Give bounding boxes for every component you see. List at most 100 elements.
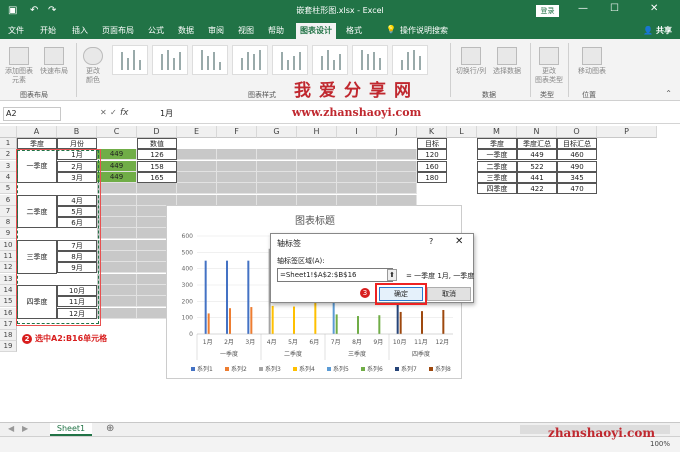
bar-系列4[interactable]	[314, 302, 317, 334]
target-cell[interactable]: 160	[417, 160, 447, 172]
row-header-1[interactable]: 1	[0, 138, 17, 149]
tab-help[interactable]: 帮助	[268, 25, 284, 36]
summary-header[interactable]: 目标汇总	[557, 138, 597, 149]
row-header-12[interactable]: 12	[0, 262, 17, 274]
column-header-p[interactable]: P	[597, 126, 657, 138]
zoom-level[interactable]: 100%	[650, 440, 670, 448]
summary-cell[interactable]: 470	[557, 183, 597, 195]
row-header-10[interactable]: 10	[0, 239, 17, 251]
row-header-8[interactable]: 8	[0, 217, 17, 229]
tab-file[interactable]: 文件	[8, 25, 24, 36]
cell[interactable]	[337, 149, 377, 161]
add-sheet-icon[interactable]: ⊕	[106, 423, 114, 434]
cell[interactable]	[377, 160, 417, 172]
column-header-o[interactable]: O	[557, 126, 597, 138]
column-header-b[interactable]: B	[57, 126, 97, 138]
collapse-dialog-icon[interactable]: ⬆	[387, 269, 397, 281]
bar-系列1[interactable]	[247, 260, 250, 334]
tell-me-search[interactable]: 操作说明搜索	[400, 25, 448, 36]
tab-data[interactable]: 数据	[178, 25, 194, 36]
summary-cell[interactable]: 460	[557, 149, 597, 161]
cell[interactable]	[177, 171, 217, 183]
summary-cell[interactable]: 四季度	[477, 183, 517, 195]
cell[interactable]	[217, 194, 257, 206]
cell[interactable]	[97, 228, 137, 240]
cell[interactable]	[337, 160, 377, 172]
cell[interactable]	[257, 194, 297, 206]
row-header-3[interactable]: 3	[0, 160, 17, 172]
cell[interactable]	[257, 160, 297, 172]
row-header-11[interactable]: 11	[0, 251, 17, 262]
tab-insert[interactable]: 插入	[72, 25, 88, 36]
bar-系列8[interactable]	[442, 309, 445, 334]
cell[interactable]	[97, 194, 137, 206]
cell[interactable]	[97, 284, 137, 296]
summary-cell[interactable]: 490	[557, 160, 597, 172]
value-cell[interactable]: 449	[97, 171, 137, 183]
row-header-16[interactable]: 16	[0, 307, 17, 319]
cell[interactable]	[337, 194, 377, 206]
cell[interactable]	[177, 149, 217, 161]
bar-系列1[interactable]	[226, 260, 228, 334]
bar-系列4[interactable]	[293, 306, 295, 334]
tab-review[interactable]: 审阅	[208, 25, 224, 36]
chart-style-1[interactable]	[112, 45, 148, 75]
move-chart-button[interactable]: 移动图表	[574, 47, 610, 76]
row-header-15[interactable]: 15	[0, 296, 17, 308]
cell[interactable]	[137, 183, 177, 195]
add-chart-element-button[interactable]: 添加图表 元素	[4, 47, 34, 85]
value-cell[interactable]: 126	[137, 149, 177, 161]
axis-range-input[interactable]: =Sheet1!$A$2:$B$16	[277, 268, 393, 282]
close-window-icon[interactable]: ✕	[650, 3, 658, 14]
summary-cell[interactable]: 345	[557, 171, 597, 183]
row-header-18[interactable]: 18	[0, 330, 17, 342]
select-all-corner[interactable]	[0, 126, 17, 138]
column-header-j[interactable]: J	[377, 126, 417, 138]
legend-entry[interactable]: 系列5	[333, 365, 349, 373]
value-cell[interactable]: 165	[137, 171, 177, 183]
cell[interactable]	[297, 149, 337, 161]
chart-style-5[interactable]	[272, 45, 308, 75]
login-button[interactable]: 登录	[536, 5, 559, 17]
cell[interactable]	[97, 205, 137, 217]
summary-cell[interactable]: 522	[517, 160, 557, 172]
minimize-icon[interactable]: —	[578, 3, 588, 14]
cancel-button[interactable]: 取消	[427, 287, 471, 301]
header-month[interactable]: 月份	[57, 138, 97, 149]
header-target[interactable]: 目标	[417, 138, 447, 149]
formula-input[interactable]: 1月	[160, 108, 173, 119]
scroll-right-icon[interactable]: ▶	[22, 424, 28, 433]
cell[interactable]	[377, 171, 417, 183]
collapse-ribbon-icon[interactable]: ⌃	[665, 89, 672, 98]
cell[interactable]	[217, 160, 257, 172]
value-cell[interactable]: 449	[97, 149, 137, 161]
row-header-7[interactable]: 7	[0, 205, 17, 217]
target-cell[interactable]: 120	[417, 149, 447, 161]
column-header-a[interactable]: A	[17, 126, 57, 138]
column-header-h[interactable]: H	[297, 126, 337, 138]
row-header-19[interactable]: 19	[0, 341, 17, 353]
select-data-button[interactable]: 选择数据	[490, 47, 524, 76]
chart-style-8[interactable]	[392, 45, 428, 75]
legend-entry[interactable]: 系列4	[299, 365, 315, 373]
cell[interactable]	[217, 183, 257, 195]
summary-header[interactable]: 季度	[477, 138, 517, 149]
bar-系列8[interactable]	[399, 311, 402, 334]
chart-style-2[interactable]	[152, 45, 188, 75]
row-header-5[interactable]: 5	[0, 183, 17, 195]
share-button[interactable]: 👤 共享	[643, 25, 672, 36]
change-colors-button[interactable]: 更改 颜色	[80, 47, 106, 85]
cell[interactable]	[297, 160, 337, 172]
summary-cell[interactable]: 441	[517, 171, 557, 183]
cell[interactable]	[177, 183, 217, 195]
chart-style-3[interactable]	[192, 45, 228, 75]
row-header-14[interactable]: 14	[0, 284, 17, 296]
row-header-13[interactable]: 13	[0, 273, 17, 285]
summary-cell[interactable]: 一季度	[477, 149, 517, 161]
column-header-c[interactable]: C	[97, 126, 137, 138]
cell[interactable]	[97, 217, 137, 229]
fx-icon[interactable]: fx	[120, 108, 129, 118]
formula-enter-icon[interactable]: ✓	[110, 108, 117, 117]
cell[interactable]	[177, 160, 217, 172]
bar-系列2[interactable]	[207, 313, 210, 334]
